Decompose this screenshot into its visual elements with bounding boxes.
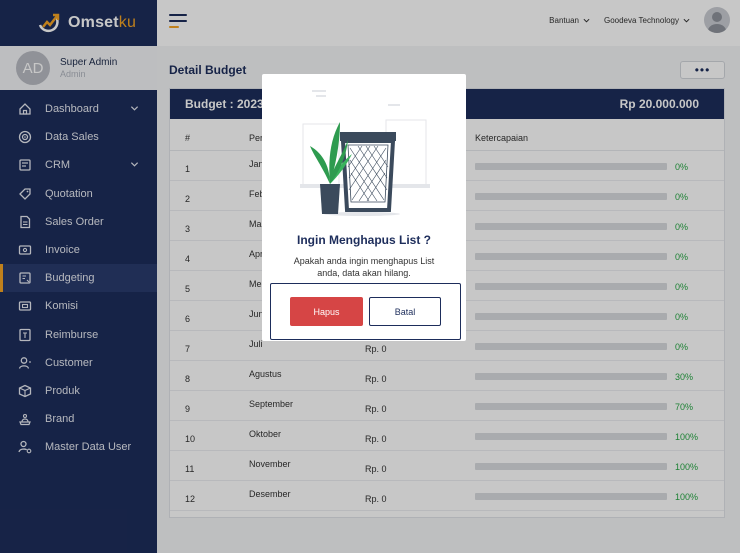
modal-actions: Hapus Batal xyxy=(270,283,461,340)
modal-title: Ingin Menghapus List ? xyxy=(297,233,431,247)
modal-message: Apakah anda ingin menghapus List anda, d… xyxy=(293,256,435,278)
trash-bin-illustration xyxy=(300,90,430,216)
delete-confirm-modal: Ingin Menghapus List ? Apakah anda ingin… xyxy=(262,74,466,341)
cancel-button[interactable]: Batal xyxy=(369,297,441,326)
delete-button[interactable]: Hapus xyxy=(290,297,363,326)
